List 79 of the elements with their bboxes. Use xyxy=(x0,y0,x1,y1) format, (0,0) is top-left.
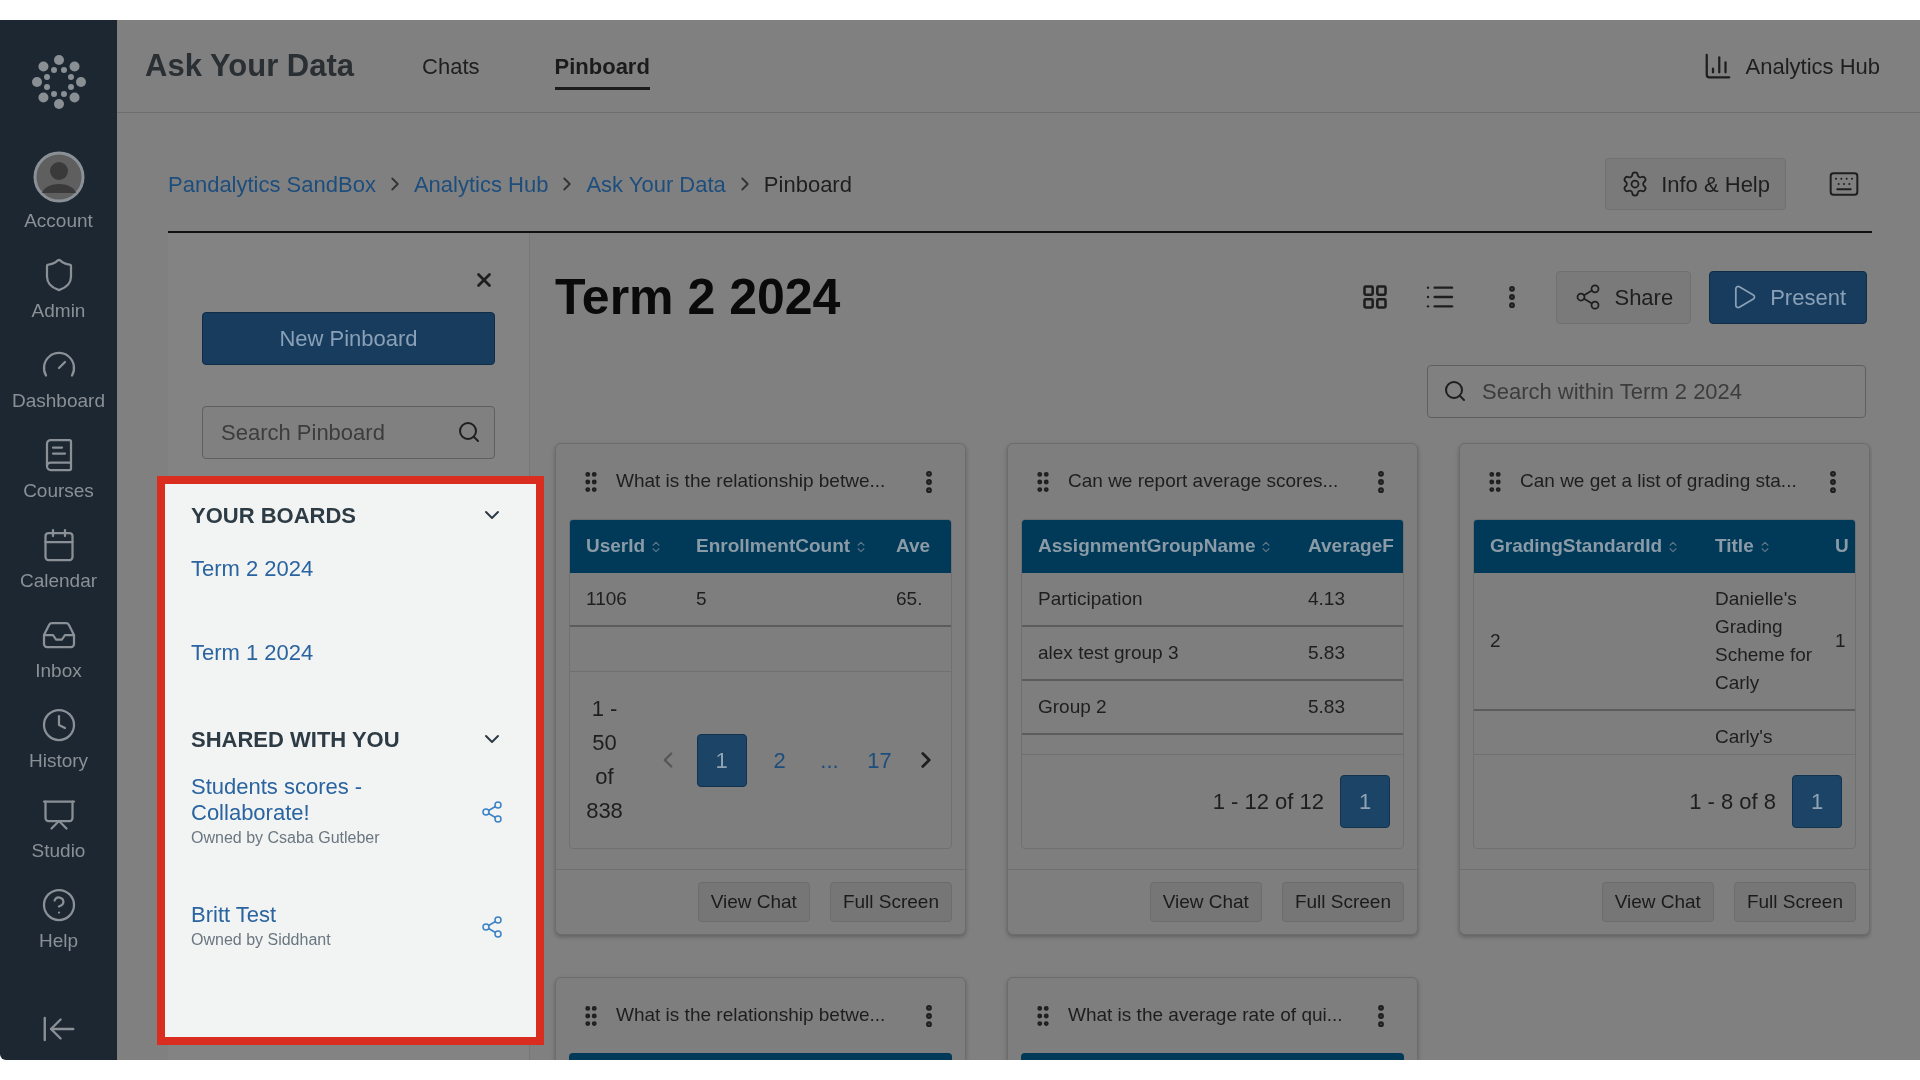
range-label: 1 - 8 of 8 xyxy=(1689,788,1776,816)
share-button[interactable]: Share xyxy=(1556,270,1692,324)
range-label: 1 - 50 of 838 xyxy=(585,695,624,825)
table-cell: 5.83 xyxy=(1308,696,1345,717)
nav-item[interactable]: History xyxy=(0,687,117,777)
column-header[interactable]: UserId xyxy=(570,520,680,573)
column-header[interactable]: Ave xyxy=(880,520,951,573)
page-button[interactable]: 17 xyxy=(862,733,897,787)
column-header[interactable]: Title xyxy=(1699,520,1819,573)
column-header[interactable]: EnrollmentCount xyxy=(680,520,880,573)
table-cell-text: Carly's xyxy=(1715,725,1774,749)
avatar-icon xyxy=(32,150,85,203)
table-cell: Participation xyxy=(1038,588,1143,609)
board-link[interactable]: Students scores - Collaborate! xyxy=(191,774,411,826)
card-title: What is the relationship betwe... xyxy=(616,1003,887,1028)
nav-item[interactable]: Inbox xyxy=(0,597,117,687)
board-link[interactable]: Term 1 2024 xyxy=(191,640,411,666)
column-header[interactable]: AssignmentGroupName xyxy=(1022,520,1292,573)
breadcrumb-link[interactable]: Pandalytics SandBox xyxy=(168,167,376,201)
table-cell: 2 xyxy=(1490,630,1501,651)
section-toggle[interactable]: SHARED WITH YOU xyxy=(191,724,504,754)
board-link[interactable]: Term 2 2024 xyxy=(191,556,411,582)
card-button[interactable]: View Chat xyxy=(1601,882,1714,922)
table-cell: 1106 xyxy=(586,588,627,609)
column-header[interactable]: U xyxy=(1819,520,1855,573)
info-help-button[interactable]: Info & Help xyxy=(1605,158,1786,210)
search-icon xyxy=(457,420,481,444)
board-link[interactable]: Britt Test xyxy=(191,902,411,928)
table-cell: Group 2 xyxy=(1038,696,1107,717)
nav-item[interactable]: Courses xyxy=(0,417,117,507)
table-cell: 4.13 xyxy=(1308,588,1345,609)
owner-label: Owned by Siddhant xyxy=(191,930,332,950)
table-cell: 65. xyxy=(896,588,923,609)
section-toggle[interactable]: YOUR BOARDS xyxy=(191,500,504,530)
nav-item[interactable]: Help xyxy=(0,867,117,957)
breadcrumb-current: Pinboard xyxy=(763,170,852,199)
present-button[interactable]: Present xyxy=(1709,270,1867,324)
nav-item[interactable]: Calendar xyxy=(0,507,117,597)
nav-item[interactable]: Studio xyxy=(0,777,117,867)
table-cell: 5.83 xyxy=(1308,642,1345,663)
card-button[interactable]: View Chat xyxy=(697,882,810,922)
card-title: What is the average rate of qui... xyxy=(1068,1003,1344,1028)
card-title: Can we get a list of grading sta... xyxy=(1520,469,1798,494)
board-search-field[interactable]: Search within Term 2 2024 xyxy=(1427,365,1866,418)
card-button[interactable]: Full Screen xyxy=(1281,882,1404,922)
search-icon xyxy=(1443,379,1467,403)
board-title: Term 2 2024 xyxy=(555,267,842,327)
grid-icon[interactable] xyxy=(1361,283,1390,311)
nav-tab[interactable]: Pinboard xyxy=(554,42,650,90)
column-header[interactable]: AverageF xyxy=(1292,520,1403,573)
table-cell: 5 xyxy=(696,588,707,609)
nav-item[interactable]: Dashboard xyxy=(0,327,117,417)
nav-item[interactable]: Admin xyxy=(0,237,117,327)
page-button[interactable]: 1 xyxy=(1792,775,1842,828)
range-label: 1 - 12 of 12 xyxy=(1212,788,1324,816)
breadcrumb-link[interactable]: Ask Your Data xyxy=(586,167,726,201)
help-icon xyxy=(40,886,77,923)
search-field[interactable]: Search Pinboard xyxy=(202,406,495,459)
breadcrumb-link[interactable]: Analytics Hub xyxy=(413,167,549,201)
card-title: Can we report average scores... xyxy=(1068,469,1340,494)
page-button[interactable]: 2 xyxy=(762,733,797,787)
table-cell-text: Danielle's Grading Scheme for Carly xyxy=(1715,587,1814,695)
card-title: What is the relationship betwe... xyxy=(616,469,887,494)
card-button[interactable]: View Chat xyxy=(1149,882,1262,922)
clock-icon xyxy=(40,706,77,743)
page-button[interactable]: ... xyxy=(812,733,847,787)
column-header[interactable]: GradingStandardId xyxy=(1474,520,1699,573)
nav-item[interactable]: Account xyxy=(0,147,117,237)
app-title: Ask Your Data xyxy=(145,46,355,85)
hub-link[interactable]: Analytics Hub xyxy=(1703,49,1880,83)
card-button[interactable]: Full Screen xyxy=(829,882,952,922)
new-pinboard-button[interactable]: New Pinboard xyxy=(202,312,495,365)
page-button[interactable]: 1 xyxy=(1340,775,1390,828)
card-button[interactable]: Full Screen xyxy=(1733,882,1856,922)
owner-label: Owned by Csaba Gutleber xyxy=(191,828,381,848)
table-cell: alex test group 3 xyxy=(1038,642,1179,663)
table-cell: 1 xyxy=(1835,630,1846,651)
page-button[interactable]: 1 xyxy=(696,733,747,787)
nav-tab[interactable]: Chats xyxy=(422,42,480,90)
